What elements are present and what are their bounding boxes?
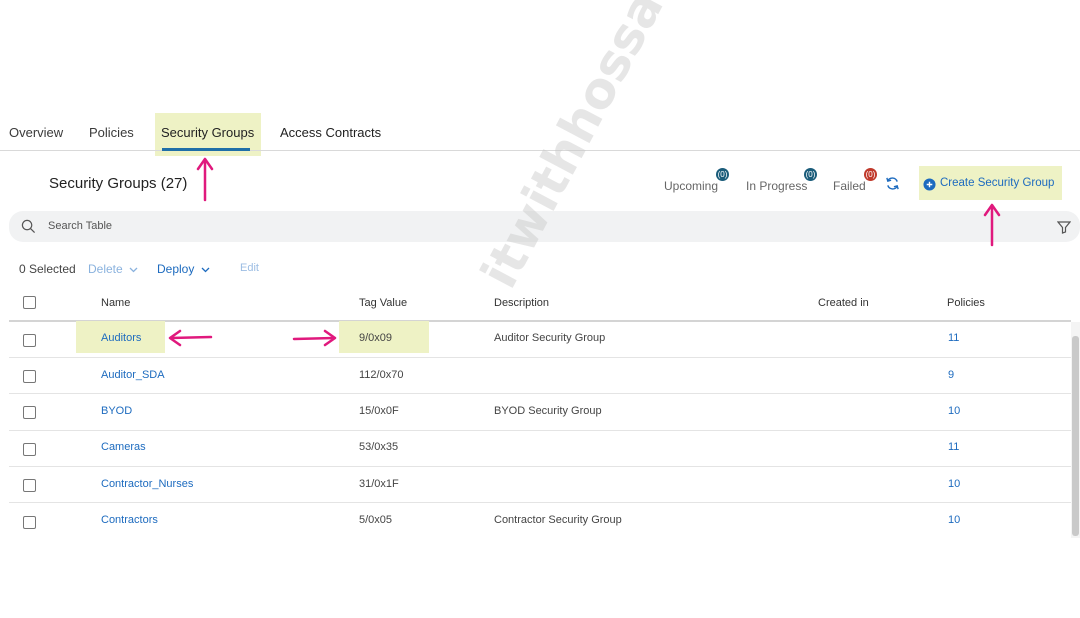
arrow-right-tag-icon	[292, 336, 336, 341]
annotation-arrows	[168, 157, 1001, 347]
arrow-left-name-icon	[169, 335, 213, 340]
